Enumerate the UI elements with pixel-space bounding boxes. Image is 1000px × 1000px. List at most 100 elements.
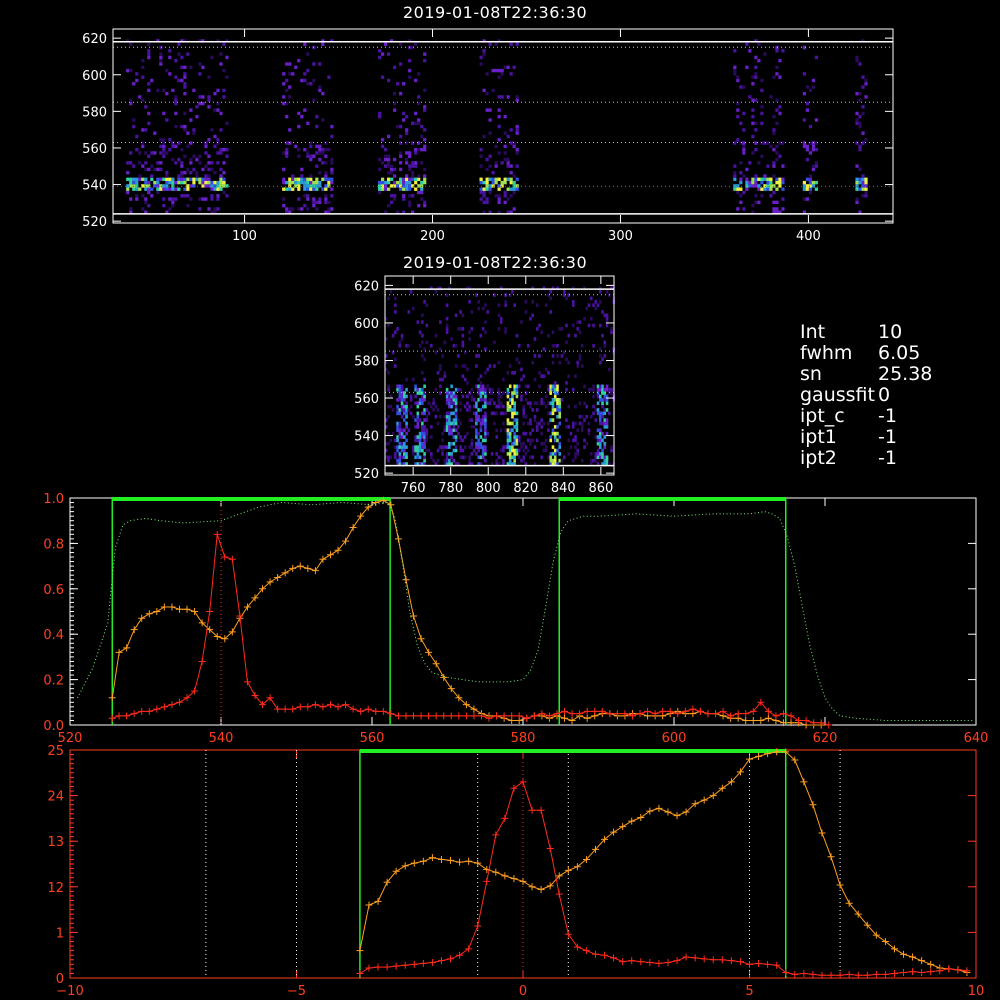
heatmap-cell <box>490 391 494 395</box>
heatmap-cell <box>508 364 512 368</box>
heatmap-cell <box>861 75 865 79</box>
heatmap-cell <box>171 141 175 145</box>
heatmap-cell <box>315 164 319 168</box>
velocity-orange-point <box>809 801 817 809</box>
heatmap-cell <box>513 431 516 436</box>
heatmap-cell <box>174 75 178 79</box>
heatmap-cell <box>207 75 211 79</box>
heatmap-cell <box>150 78 154 83</box>
heatmap-cell <box>488 177 492 182</box>
heatmap-cell <box>309 177 313 182</box>
heatmap-cell <box>445 445 449 449</box>
heatmap-cell <box>864 190 868 195</box>
heatmap-cell <box>551 458 555 463</box>
heatmap-cell <box>556 431 559 436</box>
heatmap-cell <box>775 45 779 50</box>
heatmap-cell <box>540 374 544 378</box>
heatmap-cell <box>454 435 458 439</box>
heatmap-cell <box>186 203 190 208</box>
heatmap-cell <box>448 452 451 456</box>
heatmap-cell <box>551 343 555 348</box>
heatmap-cell <box>592 343 595 348</box>
heatmap-cell <box>739 187 743 191</box>
heatmap-cell <box>132 187 136 191</box>
heatmap-cell <box>482 134 486 139</box>
heatmap-cell <box>417 147 421 152</box>
profile-orange-point <box>561 714 569 722</box>
heatmap-cell <box>814 141 819 145</box>
heatmap-cell <box>494 177 498 182</box>
heatmap-cell <box>522 408 525 412</box>
heatmap-cell <box>168 55 172 60</box>
heatmap-cell <box>515 448 519 453</box>
heatmap-cell <box>409 394 413 399</box>
heatmap-cell <box>389 438 393 443</box>
heatmap-cell <box>553 391 557 395</box>
heatmap-cell <box>500 95 504 99</box>
heatmap-cell <box>481 306 485 311</box>
heatmap-cell <box>490 398 494 402</box>
heatmap-cell <box>502 458 505 463</box>
heatmap-cell <box>454 411 458 416</box>
heatmap-cell <box>769 177 773 182</box>
heatmap-cell <box>479 391 483 395</box>
heatmap-cell <box>445 323 449 328</box>
heatmap-cell <box>574 404 577 409</box>
heatmap-cell <box>141 59 145 63</box>
heatmap-cell <box>177 187 181 191</box>
heatmap-cell <box>381 52 385 56</box>
heatmap-cell <box>540 431 544 436</box>
heatmap-cell <box>416 391 420 395</box>
heatmap-cell <box>394 310 397 314</box>
heatmap-cell <box>511 408 514 412</box>
heatmap-cell <box>416 401 420 406</box>
heatmap-cell <box>189 197 193 201</box>
heatmap-cell <box>509 42 513 46</box>
heatmap-cell <box>475 384 478 389</box>
heatmap-cell <box>775 187 779 191</box>
heatmap-cell <box>497 187 501 191</box>
heatmap-cell <box>423 438 426 443</box>
heatmap-cell <box>542 347 546 351</box>
heatmap-cell <box>513 458 516 463</box>
heatmap-cell <box>481 455 485 460</box>
profile-red-point <box>342 701 350 709</box>
heatmap-cell <box>540 330 544 335</box>
heatmap-cell <box>558 414 562 419</box>
heatmap-cell <box>393 197 397 201</box>
heatmap-cell <box>503 157 507 162</box>
heatmap-cell <box>769 194 773 198</box>
heatmap-cell <box>578 401 582 406</box>
heatmap-cell <box>405 180 409 185</box>
heatmap-cell <box>598 435 602 439</box>
heatmap-cell <box>321 147 325 152</box>
heatmap-cell <box>418 330 422 335</box>
heatmap-cell <box>418 431 422 436</box>
heatmap-cell <box>416 418 420 422</box>
heatmap-cell <box>381 180 385 185</box>
heatmap-cell <box>213 144 217 149</box>
heatmap-cell <box>147 49 151 53</box>
heatmap-cell <box>402 184 406 188</box>
heatmap-cell <box>499 448 503 453</box>
heatmap-cell <box>479 408 483 412</box>
heatmap-cell <box>757 59 761 63</box>
heatmap-cell <box>502 391 505 395</box>
heatmap-cell <box>441 438 444 443</box>
heatmap-cell <box>745 42 749 46</box>
heatmap-cell <box>736 115 740 119</box>
heatmap-cell <box>405 414 408 419</box>
heatmap-cell <box>427 448 431 453</box>
heatmap-cell <box>551 401 555 406</box>
heatmap-cell <box>418 401 422 406</box>
heatmap-cell <box>503 177 507 182</box>
heatmap-cell <box>594 455 598 460</box>
heatmap-cell <box>174 180 178 185</box>
profile-red-point <box>636 710 644 718</box>
heatmap-cell <box>421 370 424 375</box>
heatmap-cell <box>303 187 307 191</box>
heatmap-cell <box>571 438 575 443</box>
heatmap-cell <box>760 111 764 116</box>
heatmap-cell <box>802 144 806 149</box>
heatmap-cell <box>513 448 516 453</box>
